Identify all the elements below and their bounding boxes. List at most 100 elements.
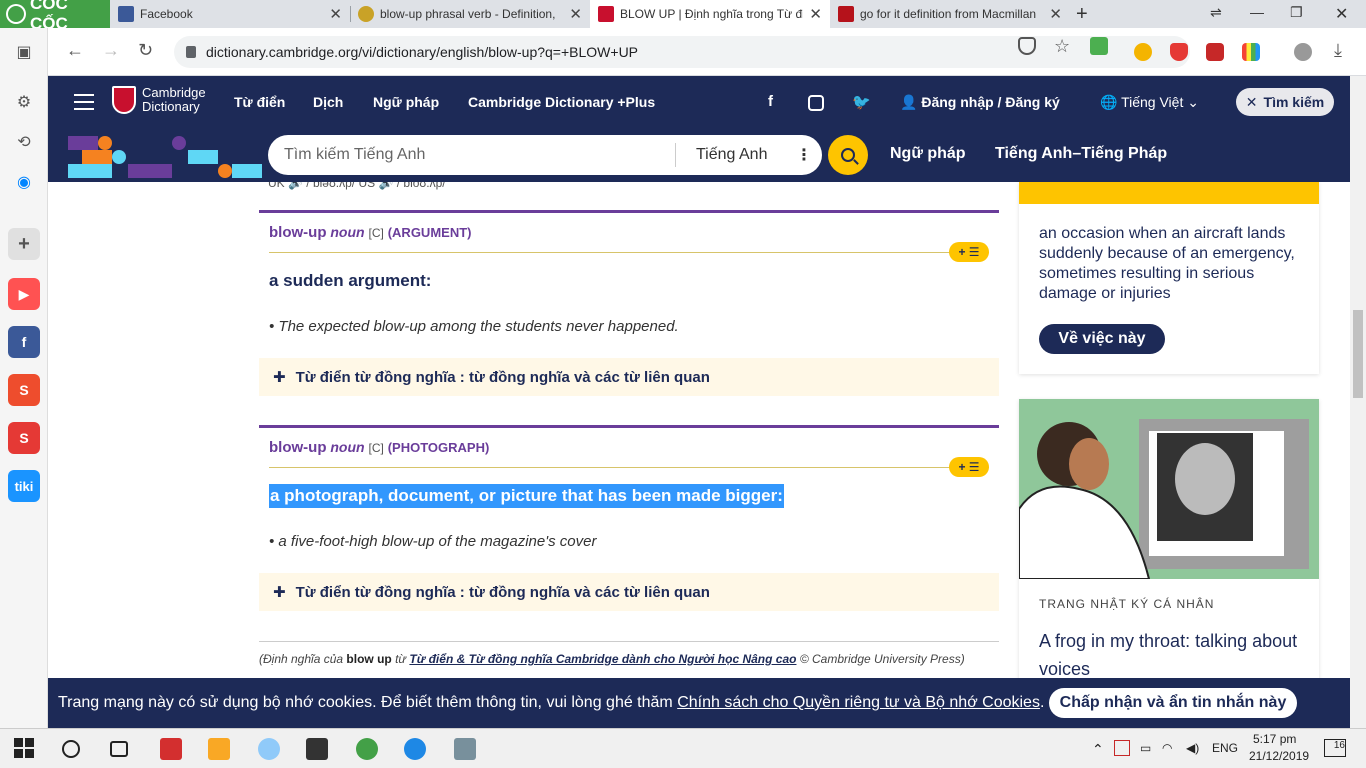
url-field[interactable]: dictionary.cambridge.org/vi/dictionary/e… <box>174 36 1190 68</box>
wifi-icon[interactable]: ◠ <box>1162 741 1172 755</box>
tiki-icon[interactable]: tiki <box>8 470 40 502</box>
app-icon[interactable] <box>160 738 182 760</box>
search-toggle-button[interactable]: ✕ Tìm kiếm <box>1236 88 1334 116</box>
gear-icon[interactable]: ⚙ <box>14 92 34 112</box>
avatar[interactable] <box>1294 43 1312 61</box>
nav-plus[interactable]: Cambridge Dictionary +Plus <box>468 94 655 110</box>
coccoc-icon[interactable] <box>356 738 378 760</box>
grammar-code: [C] <box>368 226 384 240</box>
maximize-icon[interactable]: ❐ <box>1290 4 1303 21</box>
tab-facebook[interactable]: Facebook ✕ <box>110 0 350 28</box>
scrollbar-thumb[interactable] <box>1353 310 1363 398</box>
add-to-wordlist-button[interactable]: + ☰ <box>949 242 989 262</box>
notification-count: 16 <box>1333 740 1345 751</box>
tab-blowup-phrasal[interactable]: blow-up phrasal verb - Definition, ✕ <box>350 0 590 28</box>
site-icon <box>358 6 374 22</box>
tray-chevron-icon[interactable]: ⌃ <box>1092 741 1104 758</box>
search-language-select[interactable]: Tiếng Anh <box>676 146 796 164</box>
shopee-icon[interactable]: S <box>8 374 40 406</box>
scrollbar[interactable] <box>1350 76 1366 728</box>
guideword: (ARGUMENT) <box>387 225 472 240</box>
cambridge-logo[interactable]: Cambridge Dictionary <box>112 86 206 114</box>
add-to-wordlist-button[interactable]: + ☰ <box>949 457 989 477</box>
nav-translate[interactable]: Dịch <box>313 94 343 110</box>
nav-dictionary[interactable]: Từ điển <box>234 94 285 110</box>
battery-icon[interactable]: ▭ <box>1140 741 1151 755</box>
credit-link[interactable]: Từ điển & Từ đồng nghĩa Cambridge dành c… <box>409 652 796 666</box>
star-icon[interactable]: ☆ <box>1054 37 1072 55</box>
adblock-icon[interactable] <box>1170 43 1188 61</box>
volume-icon[interactable]: ◀) <box>1186 741 1199 755</box>
privacy-link[interactable]: Chính sách cho Quyền riêng tư và Bộ nhớ … <box>677 694 1040 712</box>
facebook-app-icon[interactable]: f <box>8 326 40 358</box>
close-icon[interactable]: ✕ <box>569 5 582 23</box>
clock-date[interactable]: 21/12/2019 <box>1249 749 1309 763</box>
blog-title[interactable]: A frog in my throat: talking about voice… <box>1039 627 1299 680</box>
downloads-icon[interactable]: ⤓ <box>1334 40 1342 61</box>
coccoc-menu-button[interactable]: CỐC CỐC <box>0 0 110 33</box>
forward-icon[interactable]: → <box>102 40 120 61</box>
shield-icon[interactable] <box>1018 37 1036 55</box>
about-button[interactable]: Về việc này <box>1039 324 1165 354</box>
thesaurus-label: Từ điển từ đồng nghĩa : từ đồng nghĩa và… <box>295 368 710 386</box>
login-link[interactable]: 👤 Đăng nhập / Đăng ký <box>900 94 1060 111</box>
twitter-icon[interactable]: 🐦 <box>852 93 871 111</box>
back-icon[interactable]: ← <box>66 40 84 61</box>
close-icon: ✕ <box>1245 93 1258 110</box>
tab-cambridge-active[interactable]: BLOW UP | Định nghĩa trong Từ đi ✕ <box>590 0 830 28</box>
task-view-icon[interactable] <box>110 741 128 757</box>
search-button[interactable] <box>828 135 868 175</box>
extension-icon[interactable] <box>1134 43 1152 61</box>
accept-cookies-button[interactable]: Chấp nhận và ẩn tin nhắn này <box>1049 688 1297 718</box>
close-icon[interactable]: ✕ <box>329 5 342 23</box>
link-english-french[interactable]: Tiếng Anh–Tiếng Pháp <box>995 145 1167 163</box>
input-language[interactable]: ENG <box>1212 741 1238 755</box>
credit-prefix: (Định nghĩa của <box>259 652 344 666</box>
nav-grammar[interactable]: Ngữ pháp <box>373 94 439 110</box>
thesaurus-expander[interactable]: ✚ Từ điển từ đồng nghĩa : từ đồng nghĩa … <box>259 358 999 396</box>
extension-icon[interactable] <box>1206 43 1224 61</box>
search-input[interactable]: Tìm kiếm Tiếng Anh <box>268 143 676 167</box>
language-select[interactable]: 🌐 Tiếng Việt ⌄ <box>1100 94 1199 111</box>
windows-start-icon[interactable] <box>14 738 36 760</box>
history-icon[interactable]: ⟲ <box>14 132 34 152</box>
more-options-icon[interactable]: ⋮ <box>796 145 822 165</box>
example-text: The expected blow-up among the students … <box>278 318 679 335</box>
file-explorer-icon[interactable] <box>208 738 230 760</box>
blog-category: TRANG NHẬT KÝ CÁ NHÂN <box>1039 597 1215 611</box>
sidebar-toggle-icon[interactable]: ▣ <box>14 42 34 62</box>
extension-icon[interactable] <box>1242 43 1260 61</box>
add-app-icon[interactable]: + <box>8 228 40 260</box>
youtube-icon[interactable]: ▶ <box>8 278 40 310</box>
notification-icon[interactable]: 16 <box>1324 739 1346 757</box>
window-close-icon[interactable]: ✕ <box>1335 4 1348 24</box>
search-icon[interactable] <box>62 740 80 758</box>
tab-search-icon[interactable]: ⇌ <box>1210 4 1222 21</box>
minimize-icon[interactable]: — <box>1250 4 1264 20</box>
example: • The expected blow-up among the student… <box>269 318 679 335</box>
sendo-icon[interactable]: S <box>8 422 40 454</box>
link-grammar[interactable]: Ngữ pháp <box>890 145 966 163</box>
app-icon[interactable] <box>258 738 280 760</box>
chevron-down-icon: ⌄ <box>1187 94 1199 110</box>
credit-word: blow up <box>346 652 392 666</box>
facebook-icon[interactable]: f <box>768 93 773 110</box>
app-icon[interactable] <box>306 738 328 760</box>
close-icon[interactable]: ✕ <box>809 5 822 23</box>
thesaurus-expander[interactable]: ✚ Từ điển từ đồng nghĩa : từ đồng nghĩa … <box>259 573 999 611</box>
close-icon[interactable]: ✕ <box>1049 5 1062 23</box>
new-tab-button[interactable]: + <box>1076 3 1088 26</box>
clock-time[interactable]: 5:17 pm <box>1253 732 1296 746</box>
download-icon[interactable] <box>1090 37 1108 55</box>
guideword: (PHOTOGRAPH) <box>387 440 490 455</box>
messenger-icon[interactable]: ◉ <box>14 172 34 192</box>
instagram-icon[interactable] <box>808 95 824 111</box>
tab-macmillan[interactable]: go for it definition from Macmillan ✕ <box>830 0 1070 28</box>
app-icon[interactable] <box>454 738 476 760</box>
menu-icon[interactable] <box>74 94 94 110</box>
plus-icon: ✚ <box>273 369 286 386</box>
zalo-icon[interactable] <box>404 738 426 760</box>
reload-icon[interactable]: ↻ <box>138 40 153 61</box>
blog-card[interactable]: TRANG NHẬT KÝ CÁ NHÂN A frog in my throa… <box>1018 399 1319 680</box>
unikey-icon[interactable] <box>1114 740 1130 756</box>
